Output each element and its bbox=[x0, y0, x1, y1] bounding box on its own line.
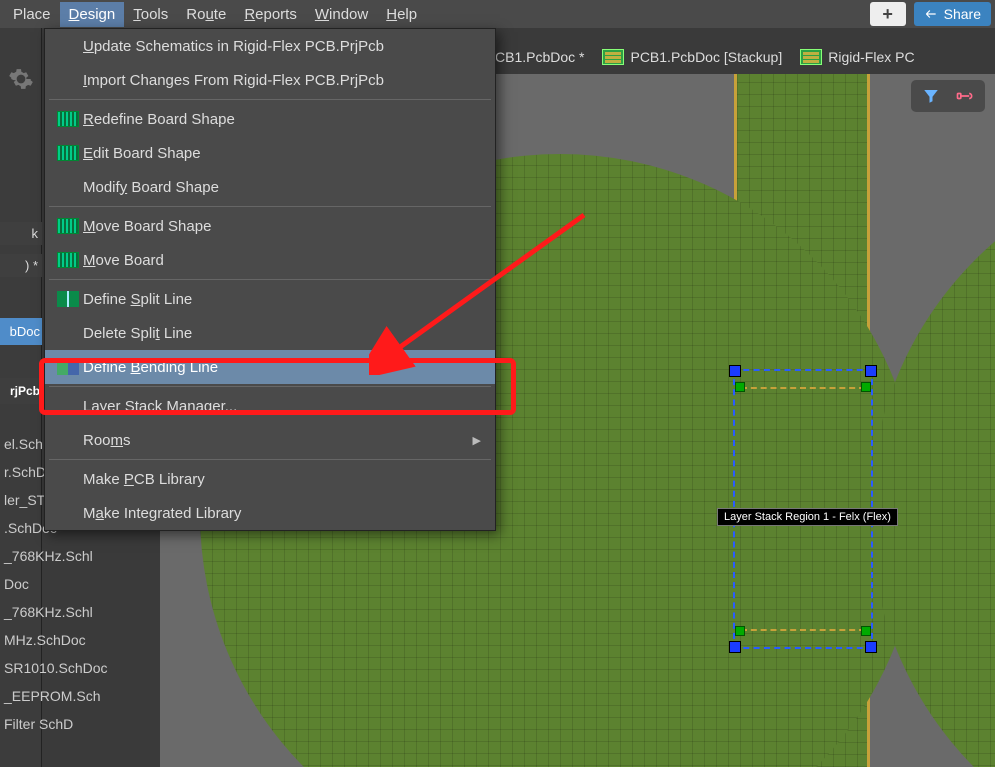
doc-tab-label: CB1.PcbDoc * bbox=[495, 49, 584, 65]
list-item[interactable]: Doc bbox=[0, 570, 160, 598]
separator bbox=[49, 99, 491, 100]
bending-line-top bbox=[741, 387, 865, 389]
design-menu-dropdown: Update Schematics in Rigid-Flex PCB.PrjP… bbox=[44, 28, 496, 531]
menubar: Place Design Tools Route Reports Window … bbox=[0, 0, 995, 28]
pcb-icon bbox=[800, 49, 822, 65]
separator bbox=[49, 279, 491, 280]
left-tab-bdoc[interactable]: bDoc bbox=[0, 318, 42, 345]
bend-icon bbox=[57, 359, 79, 375]
highlight-icon[interactable] bbox=[955, 86, 975, 106]
split-icon bbox=[57, 291, 79, 307]
menu-make-integrated-library[interactable]: Make Integrated Library bbox=[45, 496, 495, 530]
board-icon bbox=[57, 111, 79, 127]
doc-tab[interactable]: Rigid-Flex PC bbox=[800, 49, 914, 65]
menu-define-bending-line[interactable]: Define Bending Line bbox=[45, 350, 495, 384]
menu-window[interactable]: Window bbox=[306, 2, 377, 27]
share-label: Share bbox=[944, 6, 981, 22]
rigid-board-right[interactable] bbox=[870, 154, 995, 767]
menu-update-schematics[interactable]: Update Schematics in Rigid-Flex PCB.PrjP… bbox=[45, 29, 495, 63]
region-tooltip: Layer Stack Region 1 - Felx (Flex) bbox=[717, 508, 898, 526]
board-icon bbox=[57, 252, 79, 268]
board-icon bbox=[57, 145, 79, 161]
add-button[interactable]: + bbox=[870, 2, 906, 26]
left-tab-star[interactable]: ) * bbox=[0, 254, 42, 277]
resize-handle[interactable] bbox=[729, 365, 741, 377]
doc-tab-label: PCB1.PcbDoc [Stackup] bbox=[630, 49, 782, 65]
resize-handle[interactable] bbox=[865, 365, 877, 377]
menu-edit-board-shape[interactable]: Edit Board Shape bbox=[45, 136, 495, 170]
bend-handle[interactable] bbox=[861, 626, 871, 636]
list-item[interactable]: _768KHz.Schl bbox=[0, 598, 160, 626]
menu-move-board[interactable]: Move Board bbox=[45, 243, 495, 277]
menu-help[interactable]: Help bbox=[377, 2, 426, 27]
doc-tab[interactable]: PCB1.PcbDoc [Stackup] bbox=[602, 49, 782, 65]
list-item[interactable]: _768KHz.Schl bbox=[0, 542, 160, 570]
list-item[interactable]: _EEPROM.Sch bbox=[0, 682, 160, 710]
resize-handle[interactable] bbox=[729, 641, 741, 653]
menu-route[interactable]: Route bbox=[177, 2, 235, 27]
share-icon bbox=[924, 7, 938, 21]
list-item[interactable]: SR1010.SchDoc bbox=[0, 654, 160, 682]
menu-rooms[interactable]: Rooms ▶ bbox=[45, 423, 495, 457]
doc-tab-label: Rigid-Flex PC bbox=[828, 49, 914, 65]
menu-delete-split-line[interactable]: Delete Split Line bbox=[45, 316, 495, 350]
doc-tab[interactable]: CB1.PcbDoc * bbox=[495, 49, 584, 65]
menu-move-board-shape[interactable]: Move Board Shape bbox=[45, 209, 495, 243]
filter-icon[interactable] bbox=[921, 86, 941, 106]
left-tab-prj[interactable]: rjPcb bbox=[0, 378, 42, 404]
canvas-toolbar bbox=[911, 80, 985, 112]
menu-modify-board-shape[interactable]: Modify Board Shape bbox=[45, 170, 495, 204]
bend-handle[interactable] bbox=[861, 382, 871, 392]
document-tabs: CB1.PcbDoc * PCB1.PcbDoc [Stackup] Rigid… bbox=[495, 28, 995, 74]
bend-handle[interactable] bbox=[735, 382, 745, 392]
resize-handle[interactable] bbox=[865, 641, 877, 653]
pcb-icon bbox=[602, 49, 624, 65]
menubar-right: + Share bbox=[870, 0, 995, 28]
list-item[interactable]: Filter SchD bbox=[0, 710, 160, 738]
menu-layer-stack-manager[interactable]: Layer Stack Manager... bbox=[45, 389, 495, 423]
bending-line-bottom bbox=[741, 629, 865, 631]
board-icon bbox=[57, 218, 79, 234]
gear-icon[interactable] bbox=[8, 66, 34, 92]
menu-place[interactable]: Place bbox=[4, 2, 60, 27]
menu-design[interactable]: Design bbox=[60, 2, 125, 27]
bend-handle[interactable] bbox=[735, 626, 745, 636]
menu-define-split-line[interactable]: Define Split Line bbox=[45, 282, 495, 316]
separator bbox=[49, 459, 491, 460]
menu-import-changes[interactable]: Import Changes From Rigid-Flex PCB.PrjPc… bbox=[45, 63, 495, 97]
menu-tools[interactable]: Tools bbox=[124, 2, 177, 27]
share-button[interactable]: Share bbox=[914, 2, 991, 26]
submenu-arrow-icon: ▶ bbox=[473, 434, 481, 447]
list-item[interactable]: MHz.SchDoc bbox=[0, 626, 160, 654]
menu-reports[interactable]: Reports bbox=[235, 2, 306, 27]
menu-redefine-board-shape[interactable]: Redefine Board Shape bbox=[45, 102, 495, 136]
separator bbox=[49, 206, 491, 207]
separator bbox=[49, 386, 491, 387]
left-tab-k[interactable]: k bbox=[0, 222, 42, 245]
menu-make-pcb-library[interactable]: Make PCB Library bbox=[45, 462, 495, 496]
